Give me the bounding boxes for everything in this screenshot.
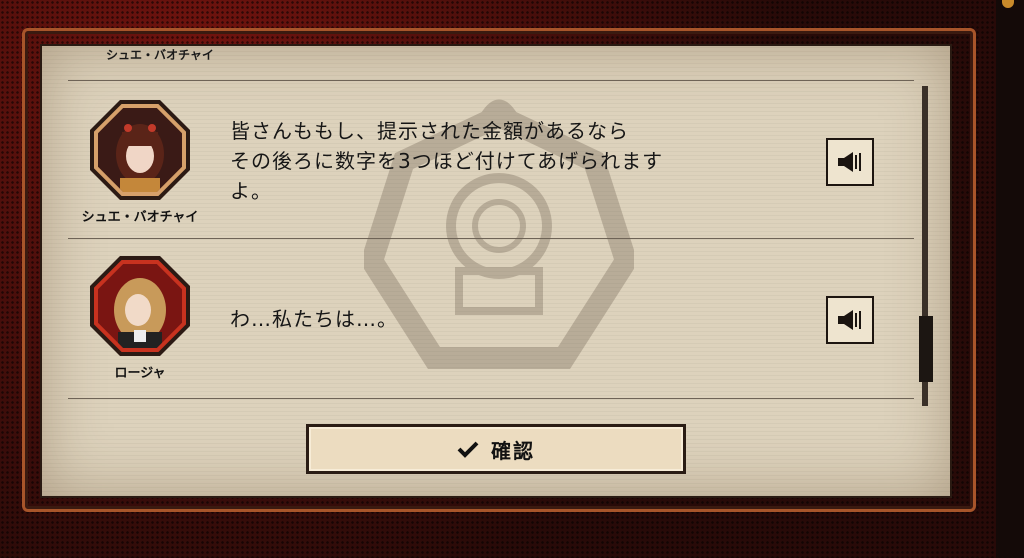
speaker-name: シュエ・バオチャイ xyxy=(81,210,199,225)
speaker-icon xyxy=(838,152,861,172)
voice-play-button[interactable] xyxy=(826,296,874,344)
speaker-icon xyxy=(838,310,861,330)
voice-play-button[interactable] xyxy=(826,138,874,186)
scrollbar-thumb[interactable] xyxy=(919,316,933,382)
confirm-button-label: 確認 xyxy=(491,438,535,463)
dialogue-line: よ。 xyxy=(230,179,272,203)
confirm-button[interactable]: 確認 xyxy=(306,424,686,474)
portrait-rodion xyxy=(98,264,182,348)
avatar xyxy=(90,256,190,356)
entry-divider xyxy=(68,398,914,399)
dialog-log-panel: シュエ・バオチャイ シュエ・バオチャイ 皆さんももし、提示された金額があるなら … xyxy=(40,44,952,498)
dialogue-line: 皆さんももし、提示された金額があるなら xyxy=(230,119,629,143)
avatar xyxy=(90,100,190,200)
dialogue-text: わ…私たちは…。 xyxy=(230,304,398,334)
dialogue-line: その後ろに数字を3つほど付けてあげられます xyxy=(230,149,664,173)
checkmark-icon xyxy=(457,441,479,458)
speaker-name: ロージャ xyxy=(114,366,166,381)
right-edge-strip xyxy=(996,0,1024,558)
partial-speaker-name: シュエ・バオチャイ xyxy=(106,48,214,62)
entry-divider xyxy=(68,238,914,239)
entry-divider xyxy=(68,80,914,81)
dialogue-line: わ…私たちは…。 xyxy=(230,307,398,331)
dialogue-text: 皆さんももし、提示された金額があるなら その後ろに数字を3つほど付けてあげられま… xyxy=(230,116,663,206)
corner-indicator-icon xyxy=(1002,0,1014,8)
